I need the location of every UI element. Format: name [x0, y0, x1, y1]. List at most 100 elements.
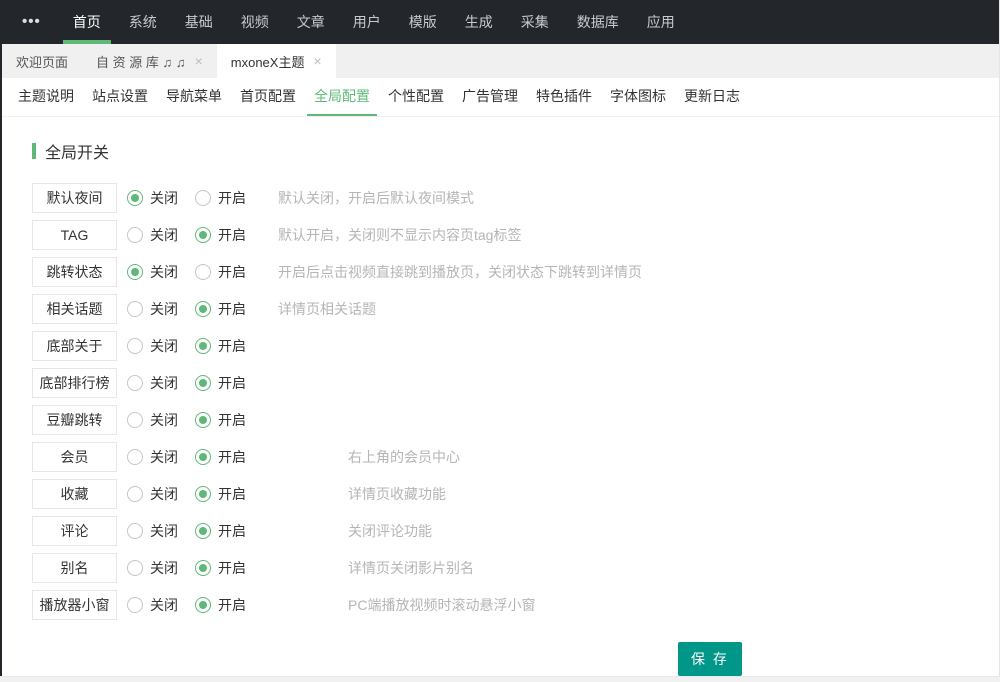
settings-rows: 默认夜间关闭开启默认关闭，开启后默认夜间模式TAG关闭开启默认开启，关闭则不显示… [32, 183, 999, 620]
radio-option-on[interactable]: 开启 [195, 484, 263, 504]
page-tab[interactable]: 欢迎页面 [2, 44, 82, 78]
radio-option-off[interactable]: 关闭 [127, 188, 195, 208]
nav-item[interactable]: 模版 [399, 0, 447, 44]
nav-item[interactable]: 基础 [175, 0, 223, 44]
radio-label: 关闭 [150, 558, 178, 578]
setting-row: 播放器小窗关闭开启PC端播放视频时滚动悬浮小窗 [32, 590, 999, 620]
radio-option-on[interactable]: 开启 [195, 336, 263, 356]
radio-option-off[interactable]: 关闭 [127, 262, 195, 282]
radio-option-on[interactable]: 开启 [195, 188, 263, 208]
radio-dot [199, 564, 207, 572]
nav-item[interactable]: 首页 [63, 0, 111, 44]
radio-label: 开启 [218, 262, 246, 282]
radio-icon[interactable] [195, 264, 211, 280]
radio-icon[interactable] [127, 375, 143, 391]
radio-option-on[interactable]: 开启 [195, 521, 263, 541]
radio-option-off[interactable]: 关闭 [127, 336, 195, 356]
radio-option-off[interactable]: 关闭 [127, 299, 195, 319]
radio-icon[interactable] [127, 338, 143, 354]
radio-option-off[interactable]: 关闭 [127, 373, 195, 393]
page-tab[interactable]: mxoneX主题× [217, 44, 336, 78]
radio-icon[interactable] [127, 523, 143, 539]
radio-icon[interactable] [127, 264, 143, 280]
setting-description: 详情页收藏功能 [348, 484, 446, 504]
close-icon[interactable]: × [313, 54, 321, 68]
more-menu-icon[interactable]: ••• [22, 0, 41, 44]
radio-icon[interactable] [195, 486, 211, 502]
radio-icon[interactable] [127, 301, 143, 317]
radio-icon[interactable] [195, 523, 211, 539]
radio-option-off[interactable]: 关闭 [127, 225, 195, 245]
radio-option-on[interactable]: 开启 [195, 225, 263, 245]
radio-icon[interactable] [195, 190, 211, 206]
radio-option-on[interactable]: 开启 [195, 595, 263, 615]
setting-description: 详情页关闭影片别名 [348, 558, 474, 578]
nav-item[interactable]: 数据库 [567, 0, 629, 44]
radio-dot [131, 231, 139, 239]
setting-description: 默认开启，关闭则不显示内容页tag标签 [278, 225, 521, 245]
save-button[interactable]: 保 存 [678, 642, 742, 676]
radio-option-off[interactable]: 关闭 [127, 558, 195, 578]
radio-dot [199, 194, 207, 202]
subtab[interactable]: 首页配置 [233, 78, 303, 116]
radio-option-on[interactable]: 开启 [195, 410, 263, 430]
radio-dot [199, 416, 207, 424]
setting-description: 默认关闭，开启后默认夜间模式 [278, 188, 474, 208]
radio-option-off[interactable]: 关闭 [127, 595, 195, 615]
radio-icon[interactable] [195, 227, 211, 243]
radio-icon[interactable] [195, 375, 211, 391]
radio-dot [131, 601, 139, 609]
subtab[interactable]: 全局配置 [307, 78, 377, 116]
subtab[interactable]: 更新日志 [677, 78, 747, 116]
radio-option-off[interactable]: 关闭 [127, 521, 195, 541]
subtab[interactable]: 字体图标 [603, 78, 673, 116]
radio-icon[interactable] [195, 449, 211, 465]
radio-icon[interactable] [127, 597, 143, 613]
nav-item[interactable]: 用户 [343, 0, 391, 44]
subtab[interactable]: 导航菜单 [159, 78, 229, 116]
radio-group: 关闭开启 [127, 373, 263, 393]
nav-item[interactable]: 系统 [119, 0, 167, 44]
setting-row: 底部排行榜关闭开启 [32, 368, 999, 398]
radio-dot [131, 564, 139, 572]
nav-item[interactable]: 采集 [511, 0, 559, 44]
nav-item[interactable]: 视频 [231, 0, 279, 44]
radio-option-on[interactable]: 开启 [195, 299, 263, 319]
radio-icon[interactable] [127, 412, 143, 428]
radio-option-on[interactable]: 开启 [195, 262, 263, 282]
radio-icon[interactable] [127, 227, 143, 243]
radio-icon[interactable] [195, 597, 211, 613]
radio-icon[interactable] [195, 560, 211, 576]
subtab[interactable]: 个性配置 [381, 78, 451, 116]
radio-option-off[interactable]: 关闭 [127, 484, 195, 504]
nav-item[interactable]: 生成 [455, 0, 503, 44]
subtab[interactable]: 站点设置 [85, 78, 155, 116]
radio-icon[interactable] [195, 412, 211, 428]
radio-dot [131, 305, 139, 313]
close-icon[interactable]: × [195, 54, 203, 68]
radio-icon[interactable] [127, 449, 143, 465]
radio-dot [131, 194, 139, 202]
radio-group: 关闭开启 [127, 188, 263, 208]
radio-option-off[interactable]: 关闭 [127, 447, 195, 467]
setting-label: TAG [32, 220, 117, 250]
radio-icon[interactable] [195, 301, 211, 317]
setting-row: 别名关闭开启详情页关闭影片别名 [32, 553, 999, 583]
page-tab[interactable]: 自 资 源 库 ♫ ♫× [82, 44, 217, 78]
radio-icon[interactable] [195, 338, 211, 354]
nav-item[interactable]: 文章 [287, 0, 335, 44]
radio-icon[interactable] [127, 190, 143, 206]
nav-item[interactable]: 应用 [637, 0, 685, 44]
radio-option-on[interactable]: 开启 [195, 373, 263, 393]
radio-option-off[interactable]: 关闭 [127, 410, 195, 430]
subtab[interactable]: 主题说明 [11, 78, 81, 116]
radio-option-on[interactable]: 开启 [195, 447, 263, 467]
radio-icon[interactable] [127, 486, 143, 502]
radio-group: 关闭开启 [127, 558, 263, 578]
radio-label: 开启 [218, 336, 246, 356]
subtab[interactable]: 广告管理 [455, 78, 525, 116]
setting-row: 相关话题关闭开启详情页相关话题 [32, 294, 999, 324]
radio-icon[interactable] [127, 560, 143, 576]
radio-option-on[interactable]: 开启 [195, 558, 263, 578]
subtab[interactable]: 特色插件 [529, 78, 599, 116]
